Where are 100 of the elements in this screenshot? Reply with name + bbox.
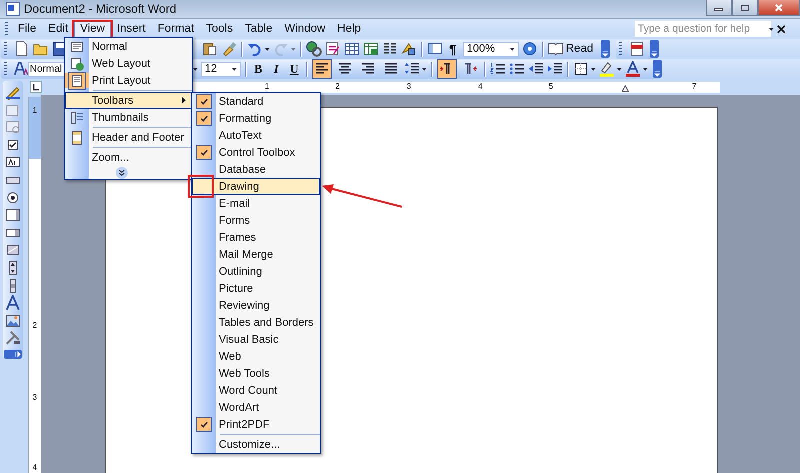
menu-item[interactable]: View <box>74 20 112 38</box>
ruler-number: 5 <box>548 82 554 92</box>
menu-item[interactable]: Insert <box>111 21 152 37</box>
toolbar-options-icon[interactable] <box>650 40 658 58</box>
italic-button[interactable]: I <box>269 62 284 76</box>
dropdown-arrow-icon[interactable] <box>591 68 596 70</box>
dropdown-arrow-icon[interactable] <box>617 68 622 70</box>
dropdown-arrow-icon[interactable] <box>510 48 515 50</box>
dropdown-arrow-icon[interactable] <box>643 68 648 70</box>
menu-item[interactable]: Mail Merge <box>192 246 320 263</box>
menu-item[interactable]: AutoText <box>192 127 320 144</box>
menu-item[interactable]: Web Layout <box>65 55 192 72</box>
shapes-icon[interactable] <box>401 41 417 57</box>
menu-item[interactable]: Help <box>332 21 368 37</box>
menu-item[interactable]: Web Tools <box>192 365 320 382</box>
toolbar-options-icon[interactable] <box>600 40 610 58</box>
border-icon[interactable] <box>573 61 589 77</box>
format-painter-icon[interactable] <box>221 41 237 57</box>
image-icon[interactable] <box>5 312 21 329</box>
left-to-right-icon[interactable] <box>437 59 457 79</box>
font-color-icon[interactable] <box>625 61 641 77</box>
menu-item[interactable]: Print2PDF <box>192 416 320 433</box>
document-map-icon[interactable] <box>427 41 443 57</box>
toolbar-grip[interactable] <box>4 62 7 76</box>
document-edit-icon[interactable] <box>325 41 341 57</box>
toolbar-grip[interactable] <box>4 42 7 56</box>
menu-item[interactable]: Zoom... <box>65 146 192 166</box>
menu-item[interactable]: Database <box>192 161 320 178</box>
option-button-icon[interactable] <box>5 190 21 206</box>
undo-icon[interactable] <box>247 41 263 57</box>
read-button[interactable]: Read <box>548 41 596 57</box>
menu-item[interactable]: Drawing <box>192 178 320 195</box>
toolbar-options-icon[interactable] <box>653 60 662 78</box>
menu-item[interactable]: Print Layout <box>65 72 192 89</box>
ruler-number: 3 <box>406 82 412 92</box>
more-controls-icon[interactable] <box>5 330 21 346</box>
close-icon[interactable] <box>777 24 786 34</box>
highlight-icon[interactable] <box>599 61 615 77</box>
table-icon[interactable] <box>344 41 360 57</box>
paste-icon[interactable] <box>202 41 218 57</box>
menu-item[interactable]: Customize... <box>192 436 320 453</box>
toolbar-grip[interactable] <box>618 42 622 56</box>
maximize-button[interactable] <box>732 0 758 16</box>
menu-item[interactable]: Edit <box>42 21 74 37</box>
dropdown-arrow-icon[interactable] <box>422 68 427 70</box>
menu-item[interactable]: Window <box>278 21 332 37</box>
dropdown-arrow-icon[interactable] <box>265 48 270 50</box>
menu-item[interactable]: Format <box>152 21 200 37</box>
indent-marker-icon[interactable] <box>622 84 629 92</box>
menu-item[interactable]: Web <box>192 348 320 365</box>
toolbar-options-icon[interactable] <box>4 350 22 359</box>
hyperlink-icon[interactable] <box>306 41 322 57</box>
menu-item[interactable]: Normal <box>65 38 192 55</box>
dropdown-arrow-icon[interactable] <box>193 68 198 70</box>
list-box-icon[interactable] <box>5 207 21 224</box>
menu-item[interactable]: Thumbnails <box>65 109 192 126</box>
font-size-dropdown[interactable]: 12 <box>201 62 241 76</box>
bold-button[interactable]: B <box>251 62 266 76</box>
help-search-field[interactable]: Type a question for help <box>635 21 771 37</box>
align-left-icon[interactable] <box>312 59 332 79</box>
menu-item[interactable]: E-mail <box>192 195 320 212</box>
spreadsheet-icon[interactable] <box>363 41 379 57</box>
styles-icon[interactable] <box>14 61 30 77</box>
ruler-number: 1 <box>265 82 270 92</box>
ruler-number: 7 <box>692 82 697 92</box>
underline-button[interactable]: U <box>287 62 302 76</box>
label-tool-icon[interactable] <box>5 295 21 312</box>
menu-item[interactable]: Forms <box>192 212 320 229</box>
style-dropdown[interactable]: Normal <box>28 62 64 76</box>
show-formatting-button[interactable]: ¶ <box>446 42 460 56</box>
menu-item[interactable]: File <box>12 21 43 37</box>
menu-item[interactable]: Outlining <box>192 263 320 280</box>
menu-item[interactable]: Picture <box>192 280 320 297</box>
menu-item[interactable]: Formatting <box>192 110 320 127</box>
columns-icon[interactable] <box>382 41 398 57</box>
menu-item[interactable]: Visual Basic <box>192 331 320 348</box>
menu-item[interactable]: Frames <box>192 229 320 246</box>
menu-item[interactable]: Table <box>239 21 279 37</box>
toolbar-grip[interactable] <box>5 22 8 36</box>
menu-item[interactable]: Control Toolbox <box>192 144 320 161</box>
expand-chevron-icon[interactable] <box>116 166 128 178</box>
dropdown-arrow-icon[interactable] <box>232 68 237 70</box>
numbered-list-icon[interactable] <box>490 61 506 77</box>
minimize-button[interactable] <box>706 0 732 16</box>
tab-selector-button[interactable] <box>30 81 42 93</box>
new-document-icon[interactable] <box>14 41 30 57</box>
menu-item[interactable]: Reviewing <box>192 297 320 314</box>
close-button[interactable] <box>758 0 800 16</box>
menu-item[interactable]: Header and Footer <box>65 126 192 146</box>
menu-item[interactable]: Standard <box>192 93 320 110</box>
menu-item[interactable]: Toolbars <box>65 89 192 109</box>
menu-item[interactable]: WordArt <box>192 399 320 416</box>
menu-item[interactable]: Tables and Borders <box>192 314 320 331</box>
document-icon[interactable] <box>628 41 644 57</box>
dropdown-arrow-icon[interactable] <box>769 28 774 30</box>
help-icon[interactable] <box>522 41 538 57</box>
zoom-dropdown[interactable]: 100% <box>463 42 519 56</box>
menu-item[interactable]: Tools <box>200 21 240 37</box>
bullet-list-icon[interactable] <box>509 61 525 77</box>
menu-item[interactable]: Word Count <box>192 382 320 399</box>
